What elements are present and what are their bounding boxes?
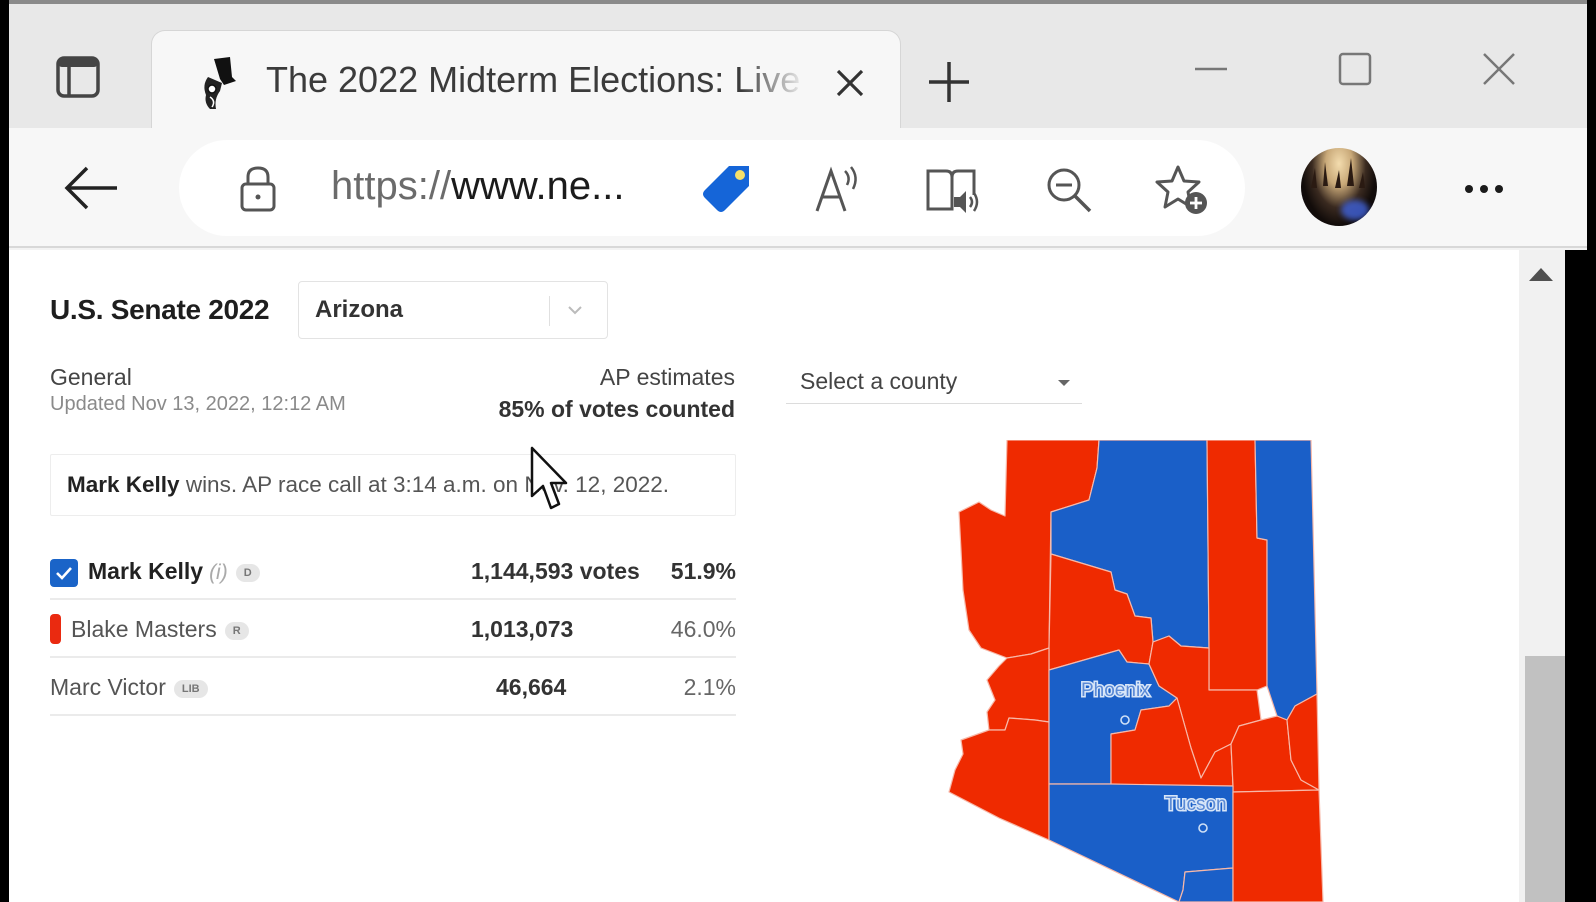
tab-title: The 2022 Midterm Elections: Live Results	[266, 59, 806, 100]
candidate-name-text: Blake Masters	[71, 616, 217, 642]
back-button[interactable]	[59, 158, 123, 218]
tab-strip: The 2022 Midterm Elections: Live Results	[9, 4, 1587, 132]
newyorker-eustace-icon	[204, 57, 236, 109]
city-label-tucson: Tucson	[1165, 794, 1227, 815]
active-tab[interactable]: The 2022 Midterm Elections: Live Results	[151, 30, 901, 132]
candidate-pct: 46.0%	[670, 616, 736, 642]
url-text[interactable]: https://www.ne...	[331, 164, 624, 209]
county-select[interactable]: Select a county	[786, 358, 1082, 404]
candidate-name: Mark Kelly (i) D	[88, 558, 260, 585]
mouse-cursor-icon	[530, 446, 568, 510]
profile-avatar[interactable]	[1301, 148, 1377, 226]
plus-icon	[929, 62, 969, 102]
county-cochise[interactable]	[1232, 789, 1324, 902]
address-bar[interactable]: https://www.ne...	[179, 140, 1245, 236]
vertical-tabs-icon	[56, 56, 100, 98]
scroll-thumb[interactable]	[1525, 656, 1565, 902]
race-call-winner: Mark Kelly	[67, 472, 180, 497]
tag-icon	[703, 166, 749, 212]
party-badge: LIB	[173, 680, 208, 698]
maximize-button[interactable]	[1325, 44, 1385, 94]
candidate-name: Marc Victor LIB	[50, 674, 208, 701]
add-favorite-icon	[1155, 165, 1207, 214]
chevron-down-icon	[568, 306, 582, 315]
url-host: www.ne...	[451, 164, 625, 208]
tab-actions-button[interactable]	[53, 52, 103, 102]
more-dot-icon	[1465, 185, 1473, 193]
candidate-name: Blake Masters R	[71, 616, 249, 643]
maximize-icon	[1338, 52, 1372, 86]
candidate-votes: 1,013,073	[471, 616, 574, 642]
county-la-paz[interactable]	[986, 647, 1050, 731]
read-aloud-icon	[815, 166, 857, 212]
back-arrow-icon	[64, 166, 117, 210]
page-content: U.S. Senate 2022 Arizona General Updated…	[9, 250, 1519, 902]
close-icon	[1483, 53, 1515, 85]
votes-counted: 85% of votes counted	[498, 396, 735, 422]
incumbent-marker: (i)	[209, 561, 228, 584]
candidate-pct: 51.9%	[670, 558, 736, 584]
tab-close-button[interactable]	[828, 61, 872, 105]
zoom-out-button[interactable]	[1039, 162, 1099, 218]
race-call-banner: Mark Kelly wins. AP race call at 3:14 a.…	[50, 454, 736, 516]
more-dot-icon	[1495, 185, 1503, 193]
lock-icon	[240, 166, 276, 212]
race-call-text: wins. AP race call at 3:14 a.m. on Nov. …	[179, 472, 670, 497]
party-badge: D	[235, 564, 260, 582]
url-scheme: https://	[331, 164, 452, 208]
vertical-scrollbar[interactable]	[1519, 250, 1565, 902]
state-select[interactable]: Arizona	[298, 281, 608, 339]
read-aloud-button[interactable]	[809, 162, 869, 218]
candidate-row: Mark Kelly (i) D 1,144,593 votes 51.9%	[50, 542, 736, 600]
candidate-row: Marc Victor LIB 46,664 2.1%	[50, 658, 736, 716]
select-divider	[549, 296, 550, 326]
arizona-county-map[interactable]: Phoenix Tucson	[939, 440, 1339, 902]
browser-window: The 2022 Midterm Elections: Live Results	[9, 0, 1587, 902]
updated-timestamp: Updated Nov 13, 2022, 12:12 AM	[50, 393, 346, 415]
scroll-up-arrow-icon[interactable]	[1529, 268, 1553, 281]
ap-estimates-label: AP estimates	[599, 364, 735, 390]
candidate-name-text: Mark Kelly	[88, 558, 204, 584]
coupon-button[interactable]	[699, 160, 755, 216]
candidate-row: Blake Masters R 1,013,073 46.0%	[50, 600, 736, 658]
candidate-pct: 2.1%	[683, 674, 736, 700]
party-color-bar	[50, 614, 61, 644]
zoom-out-icon	[1047, 168, 1092, 213]
close-icon	[836, 69, 864, 97]
window-close-button[interactable]	[1469, 44, 1529, 94]
county-select-placeholder: Select a county	[800, 368, 958, 394]
minimize-icon	[1195, 67, 1227, 71]
results-table: Mark Kelly (i) D 1,144,593 votes 51.9% Bla…	[50, 542, 736, 716]
candidate-votes: 1,144,593 votes	[471, 558, 640, 584]
party-badge: R	[224, 622, 249, 640]
race-title: U.S. Senate 2022	[50, 294, 270, 325]
county-yuma[interactable]	[948, 717, 1050, 841]
browser-toolbar: https://www.ne...	[9, 128, 1587, 248]
candidate-name-text: Marc Victor	[50, 674, 166, 700]
election-type: General	[50, 364, 132, 390]
add-favorite-button[interactable]	[1153, 162, 1213, 218]
screen-edge	[1565, 250, 1587, 902]
immersive-reader-icon	[926, 169, 979, 213]
caret-down-icon	[1058, 380, 1070, 386]
winner-check-icon	[50, 559, 78, 587]
new-tab-button[interactable]	[921, 54, 977, 110]
city-label-phoenix: Phoenix	[1081, 680, 1150, 701]
state-select-value: Arizona	[315, 296, 404, 323]
more-dot-icon	[1480, 185, 1488, 193]
settings-more-button[interactable]	[1449, 164, 1519, 214]
minimize-button[interactable]	[1181, 44, 1241, 94]
avatar-image	[1311, 158, 1365, 188]
county-santa-cruz[interactable]	[1178, 867, 1234, 902]
candidate-votes: 46,664	[496, 674, 567, 700]
immersive-reader-button[interactable]	[923, 162, 983, 218]
